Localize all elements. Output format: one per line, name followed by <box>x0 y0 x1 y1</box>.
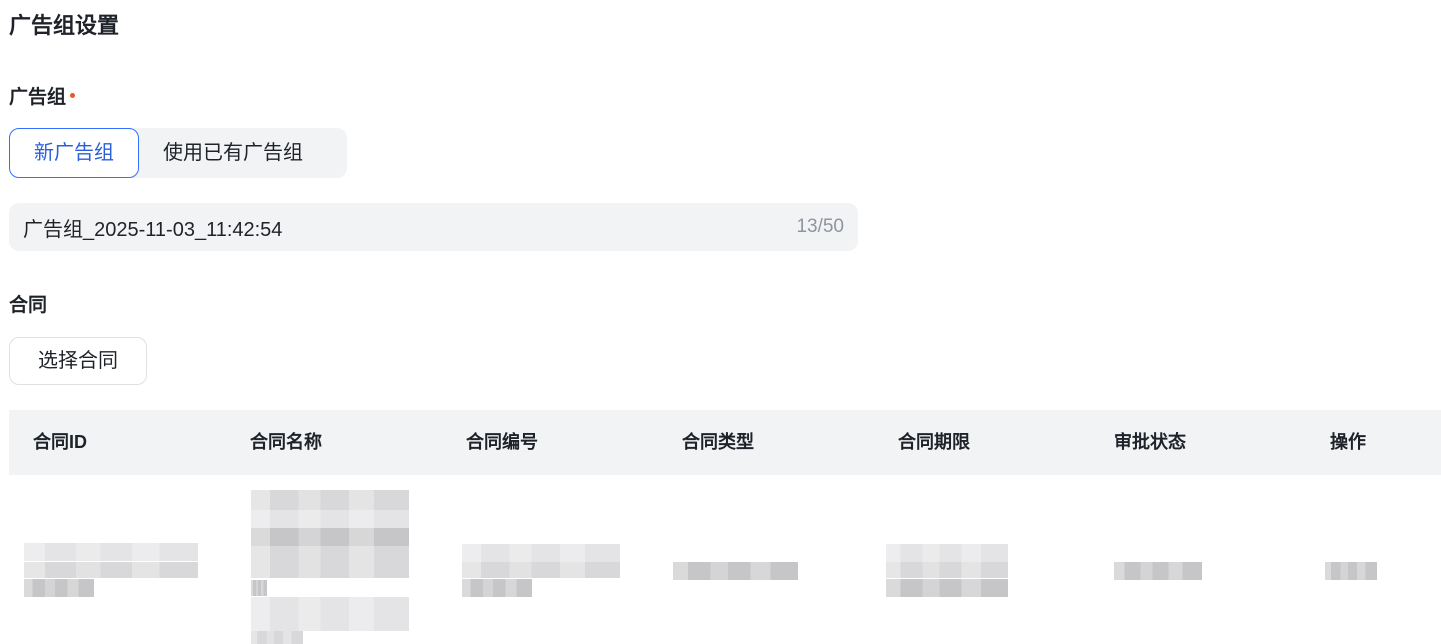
column-header-approval-status: 审批状态 <box>1114 432 1186 452</box>
select-contract-button[interactable]: 选择合同 <box>9 337 147 385</box>
contract-label: 合同 <box>9 295 48 316</box>
redacted-contract-id-line2 <box>24 562 198 578</box>
contract-table-header: 合同ID 合同名称 合同编号 合同类型 合同期限 审批状态 操作 <box>9 410 1441 475</box>
column-header-contract-period: 合同期限 <box>898 432 970 452</box>
redacted-contract-name-line2 <box>251 510 409 528</box>
column-header-contract-id: 合同ID <box>33 432 87 452</box>
redacted-contract-name <box>251 490 409 510</box>
redacted-contract-name-line3 <box>251 528 409 546</box>
adgroup-name-input[interactable]: 广告组_2025-11-03_11:42:54 13/50 <box>9 203 858 251</box>
redacted-contract-period <box>886 544 1008 562</box>
redacted-action-link[interactable] <box>1325 562 1377 580</box>
adgroup-name-value: 广告组_2025-11-03_11:42:54 <box>23 218 283 241</box>
redacted-contract-name-line5 <box>251 580 267 596</box>
redacted-contract-period-line3 <box>886 579 1008 597</box>
section-title: 广告组设置 <box>9 13 120 38</box>
redacted-approval-status <box>1114 562 1202 580</box>
column-header-contract-type: 合同类型 <box>682 432 754 452</box>
redacted-contract-name-line4 <box>251 546 409 578</box>
redacted-contract-name-line6 <box>251 597 409 631</box>
ad-group-settings-page: 广告组设置 广告组 新广告组 使用已有广告组 广告组_2025-11-03_11… <box>0 0 1441 644</box>
column-header-actions: 操作 <box>1330 432 1366 452</box>
redacted-contract-id <box>24 543 198 561</box>
required-indicator <box>70 93 76 99</box>
redacted-contract-number <box>462 544 620 562</box>
adgroup-mode-toggle: 新广告组 使用已有广告组 <box>9 128 347 178</box>
redacted-contract-period-line2 <box>886 562 1008 578</box>
redacted-contract-number-line2 <box>462 562 620 578</box>
column-header-contract-number: 合同编号 <box>466 432 538 452</box>
adgroup-label-row: 广告组 <box>9 85 76 111</box>
redacted-contract-type <box>673 562 798 580</box>
existing-adgroup-option[interactable]: 使用已有广告组 <box>139 128 327 178</box>
adgroup-label: 广告组 <box>9 87 67 108</box>
char-counter: 13/50 <box>796 216 844 237</box>
column-header-contract-name: 合同名称 <box>250 432 322 452</box>
redacted-contract-number-line3 <box>462 579 532 597</box>
new-adgroup-option[interactable]: 新广告组 <box>9 128 139 178</box>
redacted-contract-id-line3 <box>24 579 94 597</box>
redacted-contract-name-line7 <box>251 631 303 644</box>
